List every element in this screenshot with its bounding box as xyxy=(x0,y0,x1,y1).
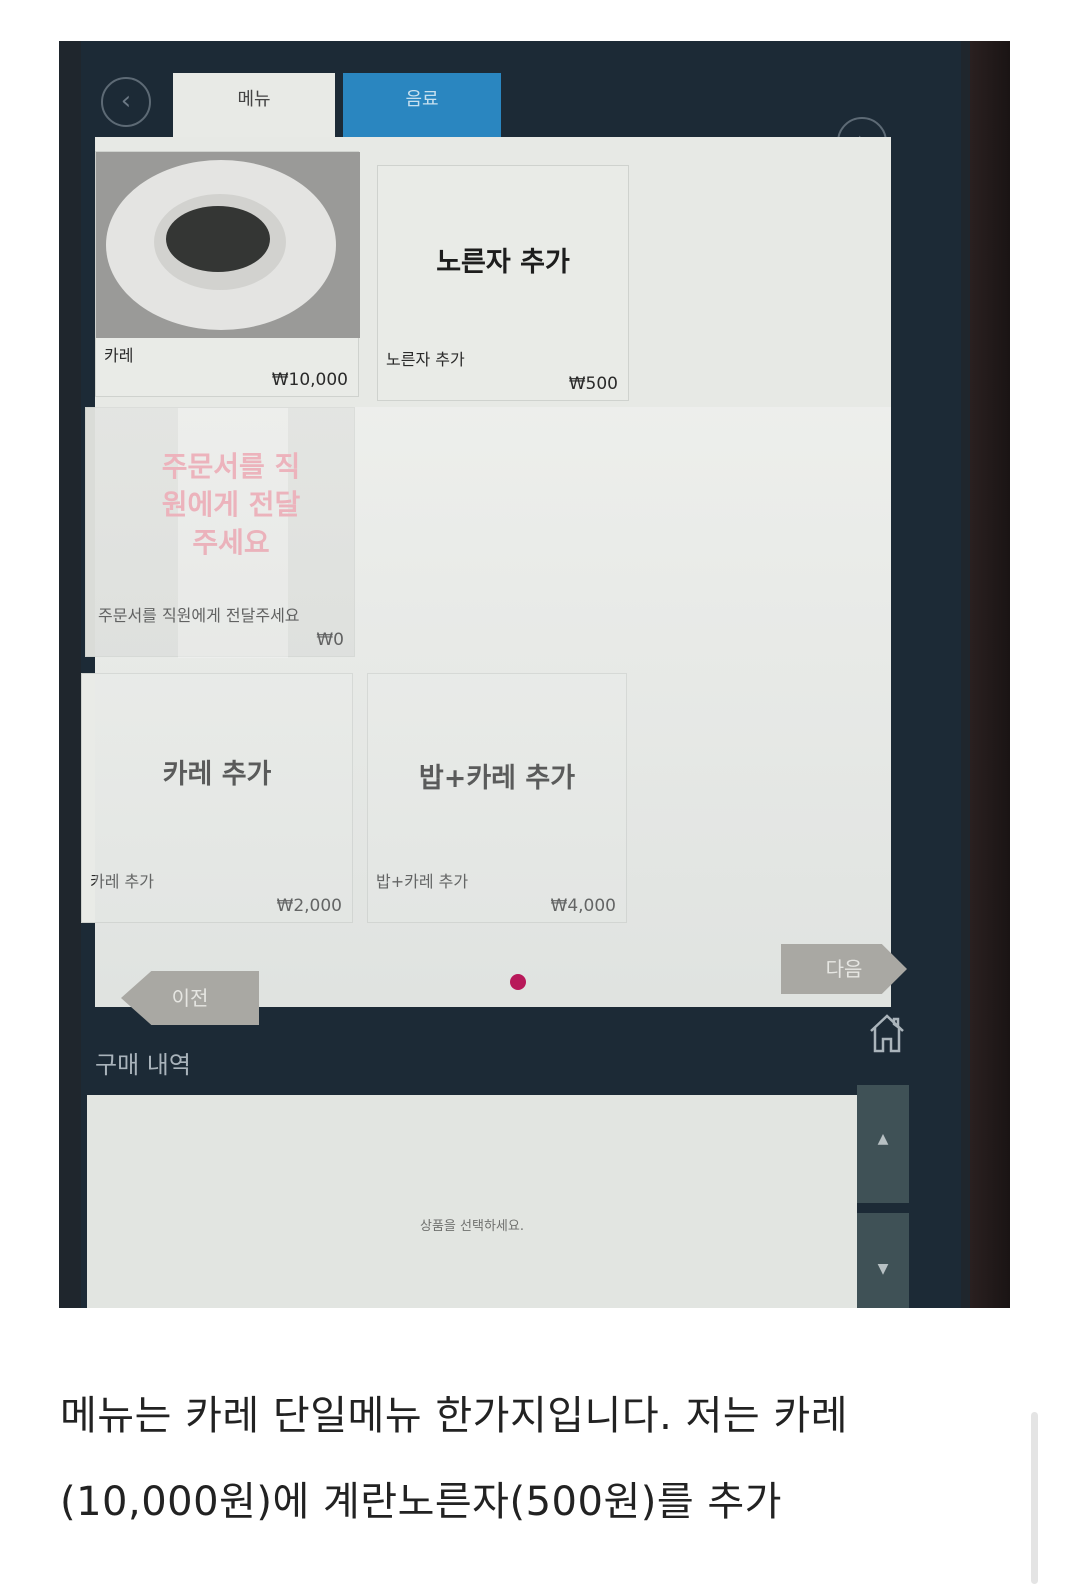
product-grid: 카레 ₩10,000 노른자 추가 노른자 추가 ₩500 주문서를 직원에게 … xyxy=(81,137,891,1007)
product-title: 주문서를 직원에게 전달주세요 xyxy=(161,450,301,559)
product-price: ₩10,000 xyxy=(271,370,348,390)
purchase-list: 상품을 선택하세요. xyxy=(87,1095,857,1308)
kiosk-photo: ‹ › 메뉴 음료 카레 ₩10,000 노른자 추가 노른자 추가 ₩500 xyxy=(59,41,1010,1308)
product-title: 카레 추가 xyxy=(162,759,272,790)
product-price: ₩4,000 xyxy=(550,896,616,916)
scroll-down-button[interactable]: ▼ xyxy=(857,1213,909,1308)
caption-line-1: 메뉴는 카레 단일메뉴 한가지입니다. 저는 카레 xyxy=(60,1393,848,1439)
triangle-up-icon: ▲ xyxy=(877,1131,889,1147)
caption-line-2: (10,000원)에 계란노른자(500원)를 추가 xyxy=(60,1479,782,1525)
product-name: 주문서를 직원에게 전달주세요 xyxy=(98,606,300,625)
product-card-curry-add[interactable]: 카레 추가 카레 추가 ₩2,000 xyxy=(81,673,353,923)
back-arrow-button[interactable]: ‹ xyxy=(101,77,151,127)
home-button[interactable] xyxy=(867,1011,907,1055)
product-price: ₩2,000 xyxy=(276,896,342,916)
product-card-notice[interactable]: 주문서를 직원에게 전달주세요 주문서를 직원에게 전달주세요 ₩0 xyxy=(85,407,355,658)
empty-cart-message: 상품을 선택하세요. xyxy=(420,1219,524,1234)
scroll-up-button[interactable]: ▲ xyxy=(857,1085,909,1203)
product-title: 노른자 추가 xyxy=(436,247,570,278)
page-scrollbar[interactable] xyxy=(1031,1412,1038,1584)
tab-drinks[interactable]: 음료 xyxy=(343,73,501,139)
page-indicator-dot xyxy=(510,974,526,990)
kiosk-screen: ‹ › 메뉴 음료 카레 ₩10,000 노른자 추가 노른자 추가 ₩500 xyxy=(81,41,961,1308)
triangle-down-icon: ▼ xyxy=(877,1261,889,1277)
product-card-curry[interactable]: 카레 ₩10,000 xyxy=(95,151,360,397)
product-name: 카레 xyxy=(104,346,134,365)
product-price: ₩0 xyxy=(316,630,344,650)
product-card-rice-curry-add[interactable]: 밥+카레 추가 밥+카레 추가 ₩4,000 xyxy=(367,673,627,923)
purchase-history-title: 구매 내역 xyxy=(95,1051,191,1079)
kiosk-bezel xyxy=(970,41,1010,1308)
product-title: 밥+카레 추가 xyxy=(418,763,576,794)
home-icon xyxy=(870,1014,904,1053)
product-name: 밥+카레 추가 xyxy=(376,872,469,891)
next-page-button[interactable]: 다음 xyxy=(781,944,907,994)
product-name: 노른자 추가 xyxy=(386,350,465,369)
curry-photo xyxy=(96,152,360,338)
product-price: ₩500 xyxy=(568,374,618,394)
product-card-yolk[interactable]: 노른자 추가 노른자 추가 ₩500 xyxy=(377,165,629,401)
product-name: 카레 추가 xyxy=(90,872,154,891)
chevron-left-icon: ‹ xyxy=(120,86,132,116)
